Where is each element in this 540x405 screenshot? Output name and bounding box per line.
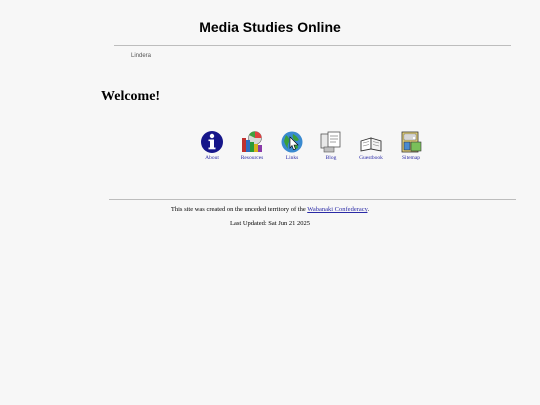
footer-created-suffix: .: [367, 206, 370, 213]
info-icon: [201, 131, 223, 153]
nav-label: Sitemap: [401, 155, 421, 161]
nav-item-about[interactable]: About: [190, 130, 234, 161]
nav-item-blog[interactable]: Blog: [309, 130, 353, 161]
globe-icon: [281, 131, 303, 153]
header-divider: [114, 45, 511, 46]
nav-label: About: [205, 155, 219, 161]
nav-item-links[interactable]: Links: [270, 130, 314, 161]
footer-created: This site was created on the unceded ter…: [0, 206, 540, 213]
icon-nav: About Resources Links Blog Guestbook Sit…: [0, 130, 540, 170]
footer-updated: Last Updated: Sat Jun 21 2025: [230, 220, 310, 227]
open-book-icon: [360, 137, 382, 152]
page-title: Media Studies Online: [199, 19, 341, 35]
nav-item-guestbook[interactable]: Guestbook: [349, 130, 393, 161]
nav-item-resources[interactable]: Resources: [230, 130, 274, 161]
notepad-icon: [320, 131, 341, 153]
footer-divider: [109, 199, 516, 200]
welcome-heading: Welcome!: [101, 89, 161, 104]
books-icon: [242, 131, 262, 152]
nav-label: Resources: [240, 155, 264, 161]
filing-icon: [401, 131, 422, 153]
footer-created-text: This site was created on the unceded ter…: [170, 206, 308, 213]
nav-label: Links: [285, 155, 299, 161]
breadcrumb: Lindera: [131, 53, 152, 59]
wabanaki-link[interactable]: Wabanaki Confederacy: [307, 206, 367, 213]
nav-item-sitemap[interactable]: Sitemap: [389, 130, 433, 161]
nav-label: Guestbook: [359, 155, 383, 161]
nav-label: Blog: [325, 155, 337, 161]
